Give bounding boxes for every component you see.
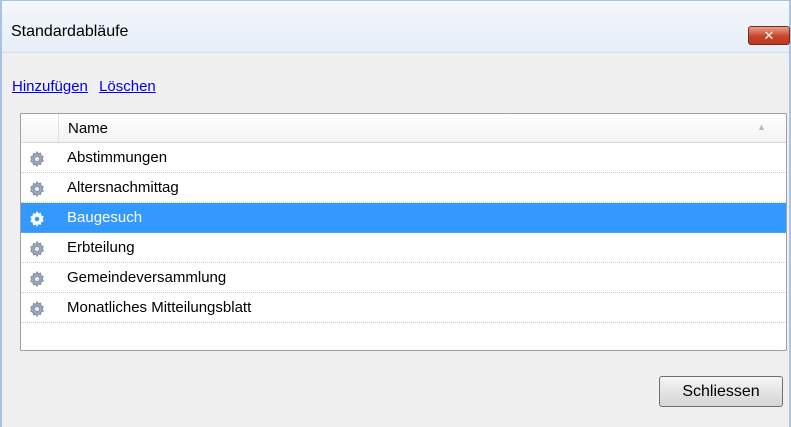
workflow-list[interactable]: Name ▲ Abstimmungen Altersnachmittag Bau… xyxy=(20,113,787,351)
list-item[interactable]: Erbteilung xyxy=(21,233,786,263)
sort-ascending-icon: ▲ xyxy=(757,122,766,132)
gear-icon xyxy=(28,300,46,318)
list-item-label: Altersnachmittag xyxy=(67,179,179,196)
list-header: Name ▲ xyxy=(21,114,786,143)
gear-icon xyxy=(28,150,46,168)
list-item[interactable]: Baugesuch xyxy=(21,203,786,233)
column-header-name[interactable]: Name xyxy=(68,120,108,137)
gear-icon xyxy=(28,240,46,258)
header-icon-column xyxy=(21,114,59,143)
list-item[interactable]: Altersnachmittag xyxy=(21,173,786,203)
list-item-label: Monatliches Mitteilungsblatt xyxy=(67,299,252,316)
gear-icon xyxy=(28,180,46,198)
list-item[interactable]: Abstimmungen xyxy=(21,143,786,173)
list-rows: Abstimmungen Altersnachmittag Baugesuch … xyxy=(21,143,786,323)
window-close-button[interactable]: ✕ xyxy=(748,26,790,45)
list-item-label: Baugesuch xyxy=(67,209,143,226)
list-item-label: Abstimmungen xyxy=(67,149,168,166)
delete-link[interactable]: Löschen xyxy=(99,78,156,95)
list-item[interactable]: Gemeindeversammlung xyxy=(21,263,786,293)
list-item-label: Gemeindeversammlung xyxy=(67,269,227,286)
list-item-label: Erbteilung xyxy=(67,239,135,256)
close-dialog-button[interactable]: Schliessen xyxy=(659,376,783,407)
list-item[interactable]: Monatliches Mitteilungsblatt xyxy=(21,293,786,323)
action-links: Hinzufügen Löschen xyxy=(12,78,163,95)
window-title: Standardabläufe xyxy=(11,23,129,40)
close-icon: ✕ xyxy=(763,28,775,43)
gear-icon xyxy=(28,270,46,288)
dialog-window: Standardabläufe ✕ Hinzufügen Löschen Nam… xyxy=(0,0,791,427)
add-link[interactable]: Hinzufügen xyxy=(12,78,88,95)
gear-icon xyxy=(28,210,46,228)
title-bar: Standardabläufe ✕ xyxy=(2,1,790,53)
